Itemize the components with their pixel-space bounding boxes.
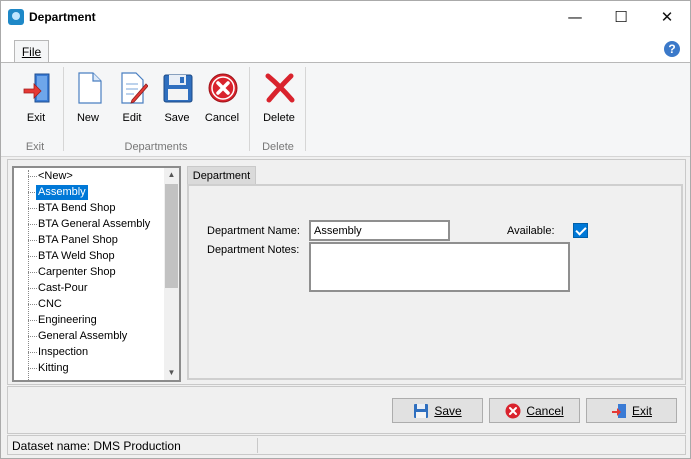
- tab-file-label: File: [21, 45, 42, 59]
- status-bar: Dataset name: DMS Production: [7, 435, 686, 455]
- tree-item-label: Kitting: [38, 362, 69, 374]
- exit-door-icon: [23, 73, 50, 103]
- ribbon-edit-button[interactable]: Edit: [111, 70, 153, 126]
- tree-item-label: CNC: [38, 298, 62, 310]
- minimize-icon[interactable]: —: [552, 1, 598, 33]
- tree-item-label: BTA Panel Shop: [38, 234, 118, 246]
- department-name-field[interactable]: [309, 220, 450, 241]
- exit-door-icon: [611, 403, 626, 418]
- scroll-up-icon[interactable]: ▲: [164, 168, 179, 182]
- tree-item-label: Carpenter Shop: [38, 266, 116, 278]
- close-icon[interactable]: ✕: [644, 1, 690, 33]
- save-floppy-icon: [163, 74, 193, 103]
- tab-file[interactable]: File: [14, 40, 49, 64]
- ribbon-tab-strip: File ?: [1, 33, 690, 64]
- ribbon-delete-label: Delete: [263, 112, 295, 124]
- group-separator: [249, 67, 250, 151]
- exit-button[interactable]: Exit: [586, 398, 677, 423]
- tree-item-label: Cast-Pour: [38, 282, 88, 294]
- ribbon-delete-button[interactable]: Delete: [258, 70, 300, 126]
- ribbon-cancel-button[interactable]: Cancel: [201, 70, 243, 126]
- cancel-button-label: Cancel: [526, 403, 564, 418]
- window-title: Department: [29, 10, 96, 24]
- department-window: Department — ☐ ✕ File ? Exit Exit New Ed…: [0, 0, 691, 459]
- tree-item-label: Engineering: [38, 314, 97, 326]
- group-separator: [305, 67, 306, 151]
- tree-scrollbar[interactable]: ▲ ▼: [164, 168, 179, 380]
- tree-item-label: Inspection: [38, 346, 89, 358]
- tree-item-label: General Assembly: [38, 330, 128, 342]
- edit-document-icon: [121, 72, 148, 104]
- tree-item-label: BTA Bend Shop: [38, 202, 116, 214]
- ribbon-exit-button[interactable]: Exit: [15, 70, 57, 126]
- maximize-icon[interactable]: ☐: [598, 1, 644, 33]
- scrollbar-thumb[interactable]: [165, 184, 178, 288]
- help-icon[interactable]: ?: [664, 41, 680, 57]
- tree-item-label: BTA General Assembly: [38, 218, 151, 230]
- cancel-button[interactable]: Cancel: [489, 398, 580, 423]
- dataset-status: Dataset name: DMS Production: [12, 439, 181, 453]
- department-tree[interactable]: <New> Assembly BTA Bend Shop BTA General…: [12, 166, 181, 382]
- scroll-down-icon[interactable]: ▼: [164, 366, 179, 380]
- delete-x-icon: [265, 73, 295, 103]
- ribbon-cancel-label: Cancel: [204, 112, 240, 124]
- button-bar: Save Cancel Exit: [7, 386, 686, 434]
- ribbon-new-button[interactable]: New: [67, 70, 109, 126]
- tab-department[interactable]: Department: [187, 166, 256, 185]
- exit-button-label: Exit: [631, 403, 652, 418]
- tree-line: [28, 170, 29, 380]
- tree-item-label: <New>: [38, 170, 73, 182]
- cancel-icon: [505, 403, 521, 418]
- tree-item-label: BTA Weld Shop: [38, 250, 115, 262]
- new-document-icon: [78, 72, 102, 104]
- available-checkbox[interactable]: [573, 223, 588, 238]
- group-label-delete: Delete: [262, 141, 294, 153]
- cancel-icon: [208, 73, 238, 103]
- app-icon: [8, 9, 24, 25]
- group-label-exit: Exit: [25, 141, 45, 153]
- ribbon-save-button[interactable]: Save: [156, 70, 198, 126]
- ribbon: Exit Exit New Edit Save Cancel Departmen…: [1, 62, 690, 157]
- department-notes-field[interactable]: [309, 242, 570, 292]
- main-area: <New> Assembly BTA Bend Shop BTA General…: [7, 159, 686, 385]
- title-bar: Department — ☐ ✕: [1, 1, 690, 33]
- save-floppy-icon: [414, 403, 429, 418]
- department-detail-panel: Department Name: Available: Department N…: [187, 184, 683, 380]
- save-button[interactable]: Save: [392, 398, 483, 423]
- group-separator: [63, 67, 64, 151]
- group-label-departments: Departments: [124, 141, 188, 153]
- department-name-label: Department Name:: [207, 225, 300, 237]
- status-divider: [257, 438, 258, 453]
- tree-item-label: Assembly: [36, 185, 88, 200]
- department-notes-label: Department Notes:: [207, 244, 300, 256]
- ribbon-exit-label: Exit: [26, 112, 46, 124]
- available-label: Available:: [507, 225, 555, 237]
- save-button-label: Save: [434, 403, 462, 418]
